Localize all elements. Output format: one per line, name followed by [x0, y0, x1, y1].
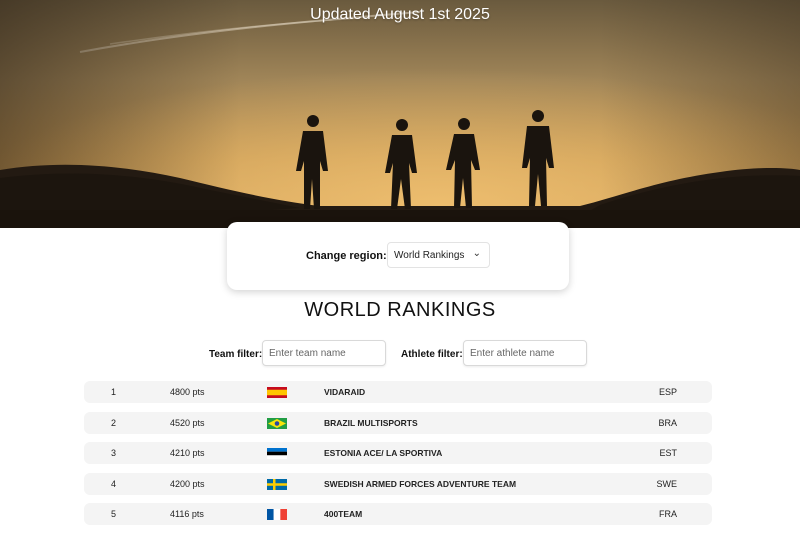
team-name: BRAZIL MULTISPORTS: [324, 417, 418, 428]
country-code: EST: [659, 448, 677, 458]
rank-number: 5: [111, 509, 117, 519]
hero-image: [0, 0, 800, 228]
points-value: 4800 pts: [170, 387, 205, 397]
country-code: SWE: [656, 478, 677, 489]
country-code: BRA: [658, 417, 677, 428]
points-value: 4116 pts: [170, 509, 204, 519]
points-value: 4520 pts: [170, 417, 205, 428]
ranking-row[interactable]: 2 4520 pts BRAZIL MULTISPORTS BRA: [84, 411, 712, 434]
hero-banner: Updated August 1st 2025: [0, 0, 800, 228]
team-filter-label: Team filter:: [209, 349, 263, 360]
region-label: Change region:: [306, 250, 387, 262]
team-name: SWEDISH ARMED FORCES ADVENTURE TEAM: [324, 478, 517, 489]
rank-number: 1: [111, 387, 117, 397]
rank-number: 3: [111, 448, 117, 458]
team-filter-input[interactable]: [262, 340, 386, 366]
region-card: Change region: World Rankings ⌄: [227, 222, 569, 290]
rank-number: 2: [111, 417, 117, 428]
ranking-row[interactable]: 3 4210 pts ESTONIA ACE/ LA SPORTIVA EST: [84, 442, 712, 464]
brazil-flag-icon: [267, 417, 287, 429]
region-select-value: World Rankings: [394, 250, 465, 261]
ranking-row[interactable]: 4 4200 pts SWEDISH ARMED FORCES ADVENTUR…: [84, 472, 712, 495]
spain-flag-icon: [267, 387, 287, 398]
country-code: ESP: [658, 387, 677, 397]
rankings-list: 1 4800 pts VIDARAID ESP 2 4520 pts BRAZI…: [84, 381, 712, 534]
team-name: VIDARAID: [324, 387, 366, 397]
updated-date-text: Updated August 1st 2025: [310, 6, 490, 23]
chevron-down-icon: ⌄: [472, 248, 481, 259]
ranking-row[interactable]: 1 4800 pts VIDARAID ESP: [84, 381, 712, 403]
athlete-filter-label: Athlete filter:: [401, 349, 463, 360]
team-name: 400TEAM: [324, 509, 363, 519]
country-code: FRA: [659, 509, 677, 519]
points-value: 4200 pts: [170, 478, 205, 489]
ranking-row[interactable]: 5 4116 pts 400TEAM FRA: [84, 503, 712, 525]
page-title: WORLD RANKINGS: [304, 299, 496, 321]
points-value: 4210 pts: [170, 448, 205, 458]
estonia-flag-icon: [267, 448, 287, 459]
region-select[interactable]: World Rankings ⌄: [387, 242, 490, 268]
france-flag-icon: [267, 509, 287, 520]
athlete-filter-input[interactable]: [463, 340, 587, 366]
team-name: ESTONIA ACE/ LA SPORTIVA: [324, 448, 443, 458]
rank-number: 4: [111, 478, 117, 489]
sweden-flag-icon: [267, 478, 287, 490]
